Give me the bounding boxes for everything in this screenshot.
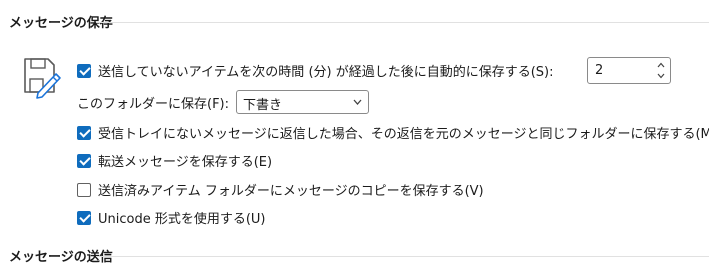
save-sent-copy-label: 送信済みアイテム フォルダーにメッセージのコピーを保存する(V) [98,184,484,199]
autosave-minutes-stepper[interactable]: 2 [587,57,671,84]
save-folder-label: このフォルダーに保存(F): [77,97,230,112]
save-folder-dropdown[interactable]: 下書き [236,90,369,114]
use-unicode-checkbox[interactable] [77,210,91,225]
autosave-label: 送信していないアイテムを次の時間 (分) が経過した後に自動的に保存する(S): [98,65,554,80]
save-sent-copy-row[interactable]: 送信済みアイテム フォルダーにメッセージのコピーを保存する(V) [77,180,484,199]
save-sent-copy-checkbox[interactable] [77,182,91,197]
chevron-down-icon[interactable] [657,73,665,79]
reply-same-folder-label: 受信トレイにないメッセージに返信した場合、その返信を元のメッセージと同じフォルダ… [98,127,709,142]
save-folder-selected: 下書き [243,98,283,113]
autosave-checkbox-row[interactable]: 送信していないアイテムを次の時間 (分) が経過した後に自動的に保存する(S): [77,61,554,80]
save-section-divider [96,22,709,23]
reply-same-folder-checkbox[interactable] [77,125,91,140]
send-section-divider [96,256,709,257]
save-forwarded-row[interactable]: 転送メッセージを保存する(E) [77,151,272,170]
use-unicode-row[interactable]: Unicode 形式を使用する(U) [77,208,266,227]
autosave-checkbox[interactable] [77,63,91,78]
save-forwarded-checkbox[interactable] [77,153,91,168]
autosave-minutes-value: 2 [595,63,604,78]
reply-same-folder-row[interactable]: 受信トレイにないメッセージに返信した場合、その返信を元のメッセージと同じフォルダ… [77,123,709,142]
save-floppy-edit-icon [24,58,61,99]
chevron-down-icon [353,99,362,105]
use-unicode-label: Unicode 形式を使用する(U) [98,212,266,227]
save-forwarded-label: 転送メッセージを保存する(E) [98,155,273,170]
chevron-up-icon[interactable] [657,62,665,68]
